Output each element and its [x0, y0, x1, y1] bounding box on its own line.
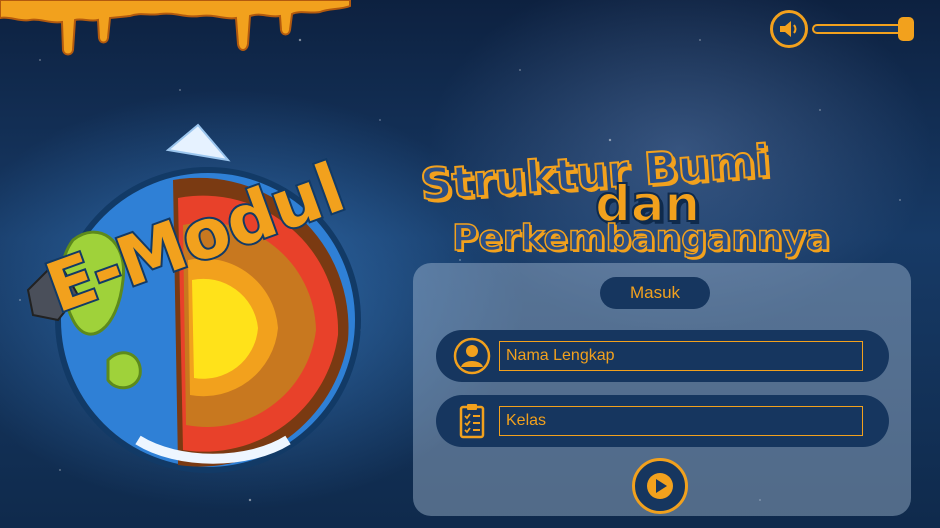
speaker-icon: [780, 21, 797, 37]
clipboard-icon: [459, 404, 485, 439]
volume-button[interactable]: [770, 10, 808, 48]
name-input[interactable]: [499, 341, 863, 371]
play-button[interactable]: [632, 458, 688, 514]
class-input[interactable]: [499, 406, 863, 436]
class-field-row: [436, 395, 889, 447]
title-line-3: Perkembangannya: [451, 217, 831, 260]
title-block: Struktur Bumi dan Perkembangannya: [410, 135, 910, 265]
volume-slider-track[interactable]: [812, 24, 910, 34]
e-modul-logo: E-Modul: [26, 123, 361, 473]
masuk-label: Masuk: [600, 277, 710, 309]
lava-drip-decoration: [0, 0, 351, 56]
play-icon: [647, 473, 673, 499]
name-field-row: [436, 330, 889, 382]
user-icon: [453, 337, 491, 375]
volume-control: [770, 8, 920, 48]
volume-slider-handle[interactable]: [898, 17, 914, 41]
